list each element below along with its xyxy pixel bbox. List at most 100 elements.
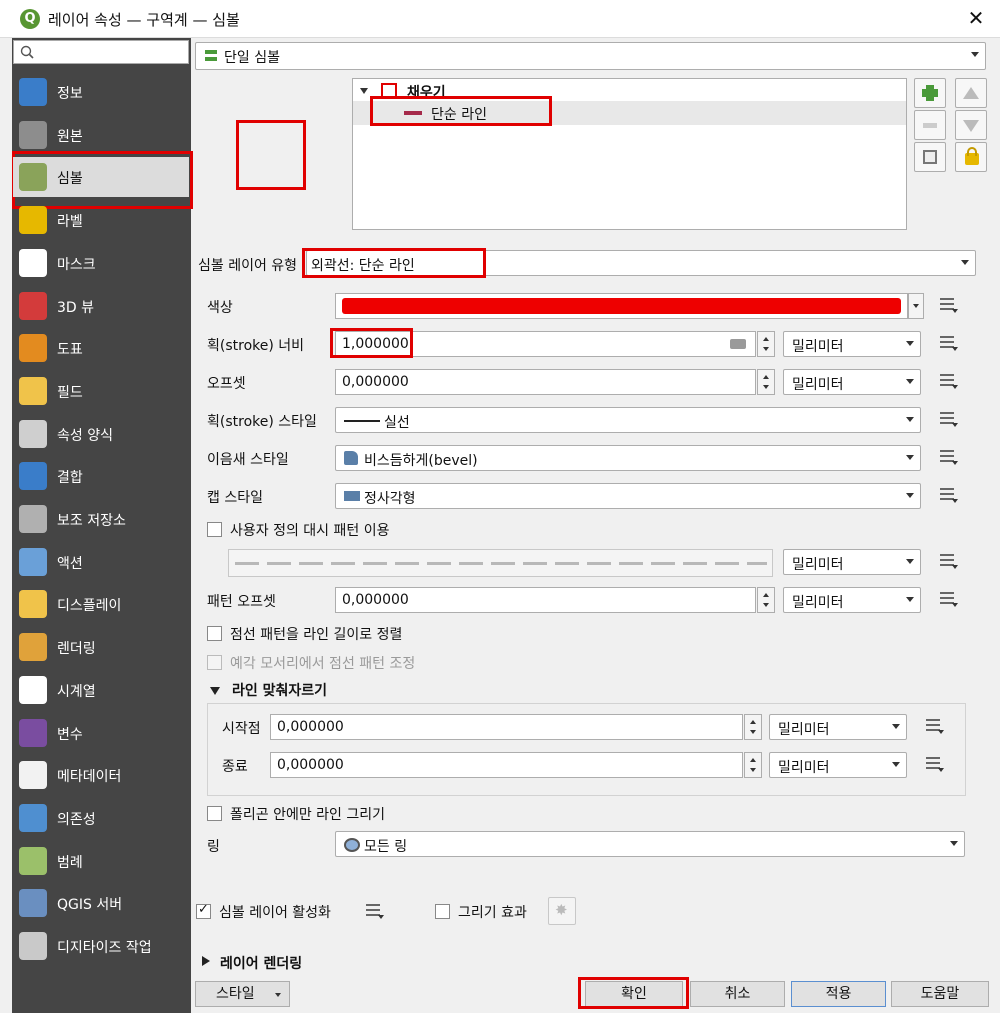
sidebar-search-input[interactable] — [13, 40, 189, 64]
trim-collapse-icon[interactable] — [210, 687, 220, 695]
duplicate-layer-button[interactable] — [914, 142, 946, 172]
ring-combo[interactable]: 모든 링 — [335, 831, 965, 857]
clear-icon[interactable] — [730, 339, 746, 349]
sidebar-item-dependencies[interactable]: 의존성 — [13, 798, 189, 838]
move-down-button[interactable] — [955, 110, 987, 140]
data-defined-override-icon[interactable] — [934, 483, 962, 509]
add-layer-button[interactable] — [914, 78, 946, 108]
dd-bar — [366, 909, 380, 911]
offset-unit-combo[interactable]: 밀리미터 — [783, 369, 921, 395]
data-defined-override-icon[interactable] — [934, 369, 962, 395]
sidebar-item-symbology[interactable]: 심볼 — [13, 157, 189, 198]
cap-style-value: 정사각형 — [364, 491, 416, 507]
trim-start-label: 시작점 — [222, 721, 261, 737]
close-window-button[interactable]: ✕ — [962, 4, 990, 32]
sidebar-item-label: 시계열 — [57, 683, 96, 700]
layer-rendering-label[interactable]: 레이어 렌더링 — [220, 953, 302, 973]
data-defined-override-icon[interactable] — [934, 587, 962, 613]
trim-end-spinner[interactable] — [744, 752, 762, 778]
color-button[interactable] — [335, 293, 908, 319]
custom-dash-pattern-button[interactable] — [228, 549, 773, 577]
stroke-width-spinner[interactable] — [757, 331, 775, 357]
sidebar-item-labels[interactable]: 라벨 — [13, 200, 189, 240]
sidebar-item-metadata[interactable]: 메타데이터 — [13, 755, 189, 795]
apply-button[interactable]: 적용 — [791, 981, 886, 1007]
lock-layer-button[interactable] — [955, 142, 987, 172]
data-defined-override-icon[interactable] — [360, 899, 388, 925]
pattern-offset-label: 패턴 오프셋 — [207, 594, 276, 610]
trim-end-unit-combo[interactable]: 밀리미터 — [769, 752, 907, 778]
help-button[interactable]: 도움말 — [891, 981, 989, 1007]
sidebar-item-joins[interactable]: 결합 — [13, 456, 189, 496]
chevron-down-icon — [275, 993, 281, 997]
sidebar-item-source[interactable]: 원본 — [13, 115, 189, 155]
inside-polygon-checkbox[interactable] — [207, 806, 222, 821]
dd-bar — [366, 904, 380, 906]
trim-start-spinner[interactable] — [744, 714, 762, 740]
data-defined-override-icon[interactable] — [920, 714, 948, 740]
sidebar-item-fields[interactable]: 필드 — [13, 371, 189, 411]
sidebar-item-3d-view[interactable]: 3D 뷰 — [13, 286, 189, 326]
sidebar-item-info[interactable]: 정보 — [13, 72, 189, 112]
dd-bar — [926, 757, 940, 759]
sidebar-item-display[interactable]: 디스플레이 — [13, 584, 189, 624]
chevron-down-icon — [906, 341, 914, 346]
tree-expand-icon[interactable] — [360, 88, 368, 94]
effects-settings-button[interactable]: ✸ — [548, 897, 576, 925]
trim-start-field[interactable]: 0,000000 — [270, 714, 743, 740]
cancel-button[interactable]: 취소 — [690, 981, 785, 1007]
style-button[interactable]: 스타일 — [195, 981, 290, 1007]
sidebar-item-qgis-server[interactable]: QGIS 서버 — [13, 883, 189, 923]
sidebar-item-rendering[interactable]: 렌더링 — [13, 627, 189, 667]
pattern-offset-unit-combo[interactable]: 밀리미터 — [783, 587, 921, 613]
align-dash-checkbox[interactable] — [207, 626, 222, 641]
sidebar-item-variables[interactable]: 변수 — [13, 713, 189, 753]
pattern-offset-field[interactable]: 0,000000 — [335, 587, 756, 613]
sidebar-item-attributes-form[interactable]: 속성 양식 — [13, 414, 189, 454]
dd-bar — [940, 554, 954, 556]
sidebar-item-temporal[interactable]: 시계열 — [13, 670, 189, 710]
sidebar-item-actions[interactable]: 액션 — [13, 542, 189, 582]
move-up-button[interactable] — [955, 78, 987, 108]
trim-group-title[interactable]: 라인 맞춰자르기 — [232, 680, 327, 700]
stroke-style-combo[interactable]: 실선 — [335, 407, 921, 433]
dd-bar — [926, 719, 940, 721]
sidebar-item-diagram[interactable]: 도표 — [13, 328, 189, 368]
trim-end-field[interactable]: 0,000000 — [270, 752, 743, 778]
layer-rendering-expand-icon[interactable] — [202, 956, 210, 966]
pattern-offset-spinner[interactable] — [757, 587, 775, 613]
sidebar-item-auxiliary-storage[interactable]: 보조 저장소 — [13, 499, 189, 539]
sidebar-item-digitizing[interactable]: 디지타이즈 작업 — [13, 926, 189, 966]
cap-style-combo[interactable]: 정사각형 — [335, 483, 921, 509]
custom-dash-unit-combo[interactable]: 밀리미터 — [783, 549, 921, 575]
data-defined-override-icon[interactable] — [934, 293, 962, 319]
digitizing-icon — [19, 932, 47, 960]
color-dropdown-button[interactable] — [908, 293, 924, 319]
data-defined-override-icon[interactable] — [934, 445, 962, 471]
renderer-combo[interactable]: 단일 심볼 — [195, 42, 986, 70]
trim-start-value: 0,000000 — [277, 719, 344, 735]
offset-unit: 밀리미터 — [792, 377, 844, 393]
sidebar-item-legend[interactable]: 범례 — [13, 841, 189, 881]
trim-start-unit-combo[interactable]: 밀리미터 — [769, 714, 907, 740]
enable-layer-checkbox[interactable]: ✓ — [196, 902, 211, 919]
data-defined-override-icon[interactable] — [920, 752, 948, 778]
offset-field[interactable]: 0,000000 — [335, 369, 756, 395]
draw-effects-checkbox[interactable] — [435, 904, 450, 919]
color-label: 색상 — [207, 300, 233, 316]
chevron-down-icon — [892, 724, 900, 729]
remove-layer-button[interactable] — [914, 110, 946, 140]
data-defined-override-icon[interactable] — [934, 331, 962, 357]
stroke-width-unit-combo[interactable]: 밀리미터 — [783, 331, 921, 357]
3d-view-icon — [19, 291, 47, 320]
join-style-combo[interactable]: 비스듬하게(bevel) — [335, 445, 921, 471]
pattern-offset-value: 0,000000 — [342, 592, 409, 608]
variables-icon — [19, 718, 47, 747]
sidebar-item-label: 디스플레이 — [57, 598, 122, 615]
data-defined-override-icon[interactable] — [934, 407, 962, 433]
data-defined-override-icon[interactable] — [934, 549, 962, 575]
custom-dash-checkbox[interactable] — [207, 522, 222, 537]
offset-spinner[interactable] — [757, 369, 775, 395]
arrow-up-icon — [963, 87, 979, 99]
sidebar-item-mask[interactable]: 마스크 — [13, 243, 189, 283]
